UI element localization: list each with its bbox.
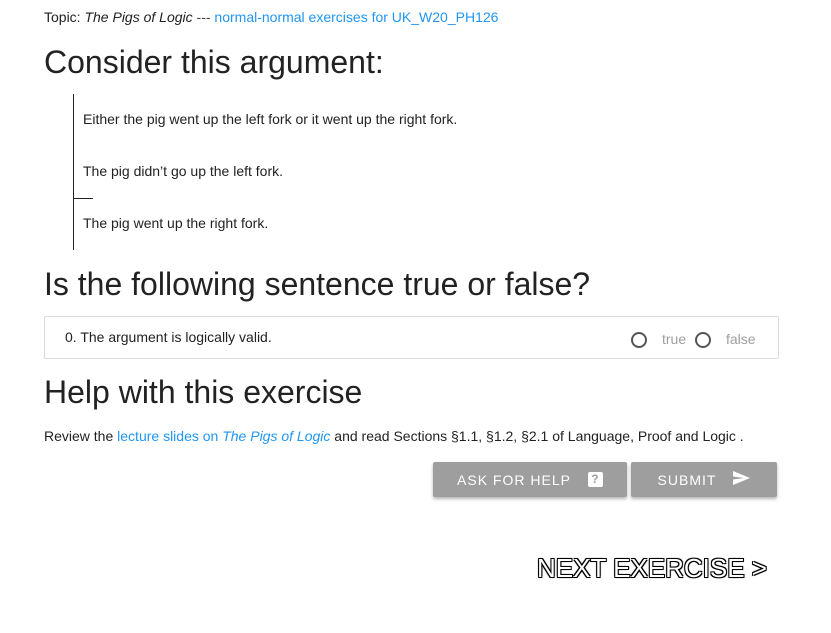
send-icon [733, 471, 751, 488]
review-label: Review the [44, 428, 114, 444]
conclusion: The pig went up the right fork. [83, 215, 269, 231]
lecture-slides-link[interactable]: lecture slides on The Pigs of Logic [117, 428, 330, 444]
ask-for-help-label: ASK FOR HELP [457, 471, 571, 488]
lecture-slides-title: The Pigs of Logic [222, 428, 331, 444]
help-text: Review the lecture slides on The Pigs of… [44, 428, 744, 444]
lecture-slides-link-text: lecture slides on [117, 428, 219, 444]
question-text: 0. The argument is logically valid. [65, 329, 272, 345]
topic-dash: --- [196, 9, 211, 25]
true-radio[interactable] [631, 332, 647, 348]
topic-line: Topic: The Pigs of Logic --- normal-norm… [44, 9, 498, 25]
false-radio[interactable] [695, 332, 711, 348]
premise-1: Either the pig went up the left fork or … [83, 111, 458, 127]
submit-button[interactable]: SUBMIT [631, 462, 777, 497]
argument-block: Either the pig went up the left fork or … [73, 94, 573, 250]
consider-heading: Consider this argument: [44, 44, 384, 80]
topic-title: The Pigs of Logic [84, 9, 193, 25]
question-heading: Is the following sentence true or false? [44, 266, 591, 302]
premise-2: The pig didn’t go up the left fork. [83, 163, 284, 179]
topic-prefix: Topic: [44, 9, 81, 25]
help-icon: ? [587, 472, 603, 487]
ask-for-help-button[interactable]: ASK FOR HELP ? [433, 462, 627, 497]
true-label[interactable]: true [662, 331, 686, 347]
next-exercise-link[interactable]: NEXT EXERCISE > [537, 553, 767, 584]
help-heading: Help with this exercise [44, 374, 363, 410]
submit-label: SUBMIT [657, 471, 717, 488]
false-label[interactable]: false [726, 331, 756, 347]
fitch-line [73, 94, 74, 250]
exercise-set-link[interactable]: normal-normal exercises for UK_W20_PH126 [214, 9, 498, 25]
fitch-bar [73, 198, 93, 199]
reading-text: and read Sections §1.1, §1.2, §2.1 of La… [334, 428, 744, 444]
question-row: 0. The argument is logically valid. true… [44, 316, 779, 359]
